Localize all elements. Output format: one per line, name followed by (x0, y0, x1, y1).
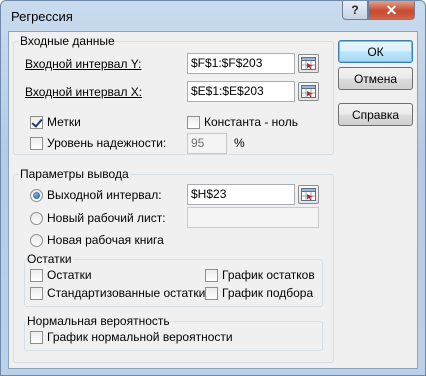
labels-checkbox[interactable] (30, 116, 43, 129)
output-range-field[interactable]: $H$23 (187, 184, 295, 205)
input-x-field[interactable]: $E$1:$E$203 (187, 81, 295, 102)
standardized-residuals-label: Стандартизованные остатки (47, 286, 206, 300)
input-x-range-button[interactable] (298, 82, 319, 101)
confidence-level-field[interactable]: 95 (187, 133, 227, 154)
residuals-checkbox[interactable] (30, 269, 43, 282)
new-worksheet-radio[interactable] (30, 212, 43, 225)
dialog-body: Входные данные Входной интервал Y: $F$1:… (8, 31, 418, 369)
new-workbook-radio[interactable] (30, 234, 43, 247)
output-range-button[interactable] (298, 185, 319, 204)
dialog-title: Регрессия (11, 9, 73, 24)
close-button[interactable]: ✕ (368, 1, 415, 20)
close-icon: ✕ (385, 1, 398, 18)
constant-zero-label: Константа - ноль (204, 115, 298, 129)
normal-probability-plots-checkbox[interactable] (30, 331, 43, 344)
constant-zero-checkbox[interactable] (187, 116, 200, 129)
input-y-range-button[interactable] (298, 54, 319, 73)
input-y-field[interactable]: $F$1:$F$203 (187, 53, 295, 74)
input-y-label: Входной интервал Y: (25, 57, 141, 71)
confidence-level-checkbox[interactable] (30, 137, 43, 150)
output-options-group-title: Параметры вывода (19, 167, 130, 181)
normal-probability-group-title: Нормальная вероятность (26, 314, 171, 328)
range-select-icon (301, 57, 316, 70)
range-select-icon (301, 85, 316, 98)
new-worksheet-field[interactable] (187, 207, 319, 228)
percent-sign: % (234, 136, 245, 150)
range-select-icon (301, 188, 316, 201)
input-x-label: Входной интервал X: (25, 85, 142, 99)
confidence-level-label: Уровень надежности: (47, 136, 167, 150)
residuals-group-title: Остатки (26, 252, 73, 266)
ok-button[interactable]: ОК (338, 40, 413, 63)
residuals-label: Остатки (47, 268, 92, 282)
standardized-residuals-checkbox[interactable] (30, 287, 43, 300)
title-bar[interactable]: Регрессия ? ✕ (1, 1, 425, 31)
input-y-label-text: Входной интервал Y: (25, 57, 142, 71)
title-help-button[interactable]: ? (342, 1, 368, 20)
cancel-button[interactable]: Отмена (338, 67, 413, 90)
labels-label: Метки (47, 115, 81, 129)
input-x-label-text: Входной интервал X: (25, 85, 143, 99)
line-fit-plots-label: График подбора (222, 286, 314, 300)
help-button[interactable]: Справка (338, 103, 413, 126)
output-range-radio[interactable] (30, 189, 43, 202)
normal-probability-plots-label: График нормальной вероятности (47, 330, 233, 344)
line-fit-plots-checkbox[interactable] (205, 287, 218, 300)
regression-dialog: Регрессия ? ✕ Входные данные Входной инт… (0, 0, 426, 376)
residual-plots-checkbox[interactable] (205, 269, 218, 282)
new-workbook-label: Новая рабочая книга (47, 233, 164, 247)
residual-plots-label: График остатков (222, 268, 315, 282)
new-worksheet-label: Новый рабочий лист: (47, 211, 166, 225)
input-data-group-title: Входные данные (19, 34, 116, 48)
output-range-label: Выходной интервал: (47, 188, 162, 202)
